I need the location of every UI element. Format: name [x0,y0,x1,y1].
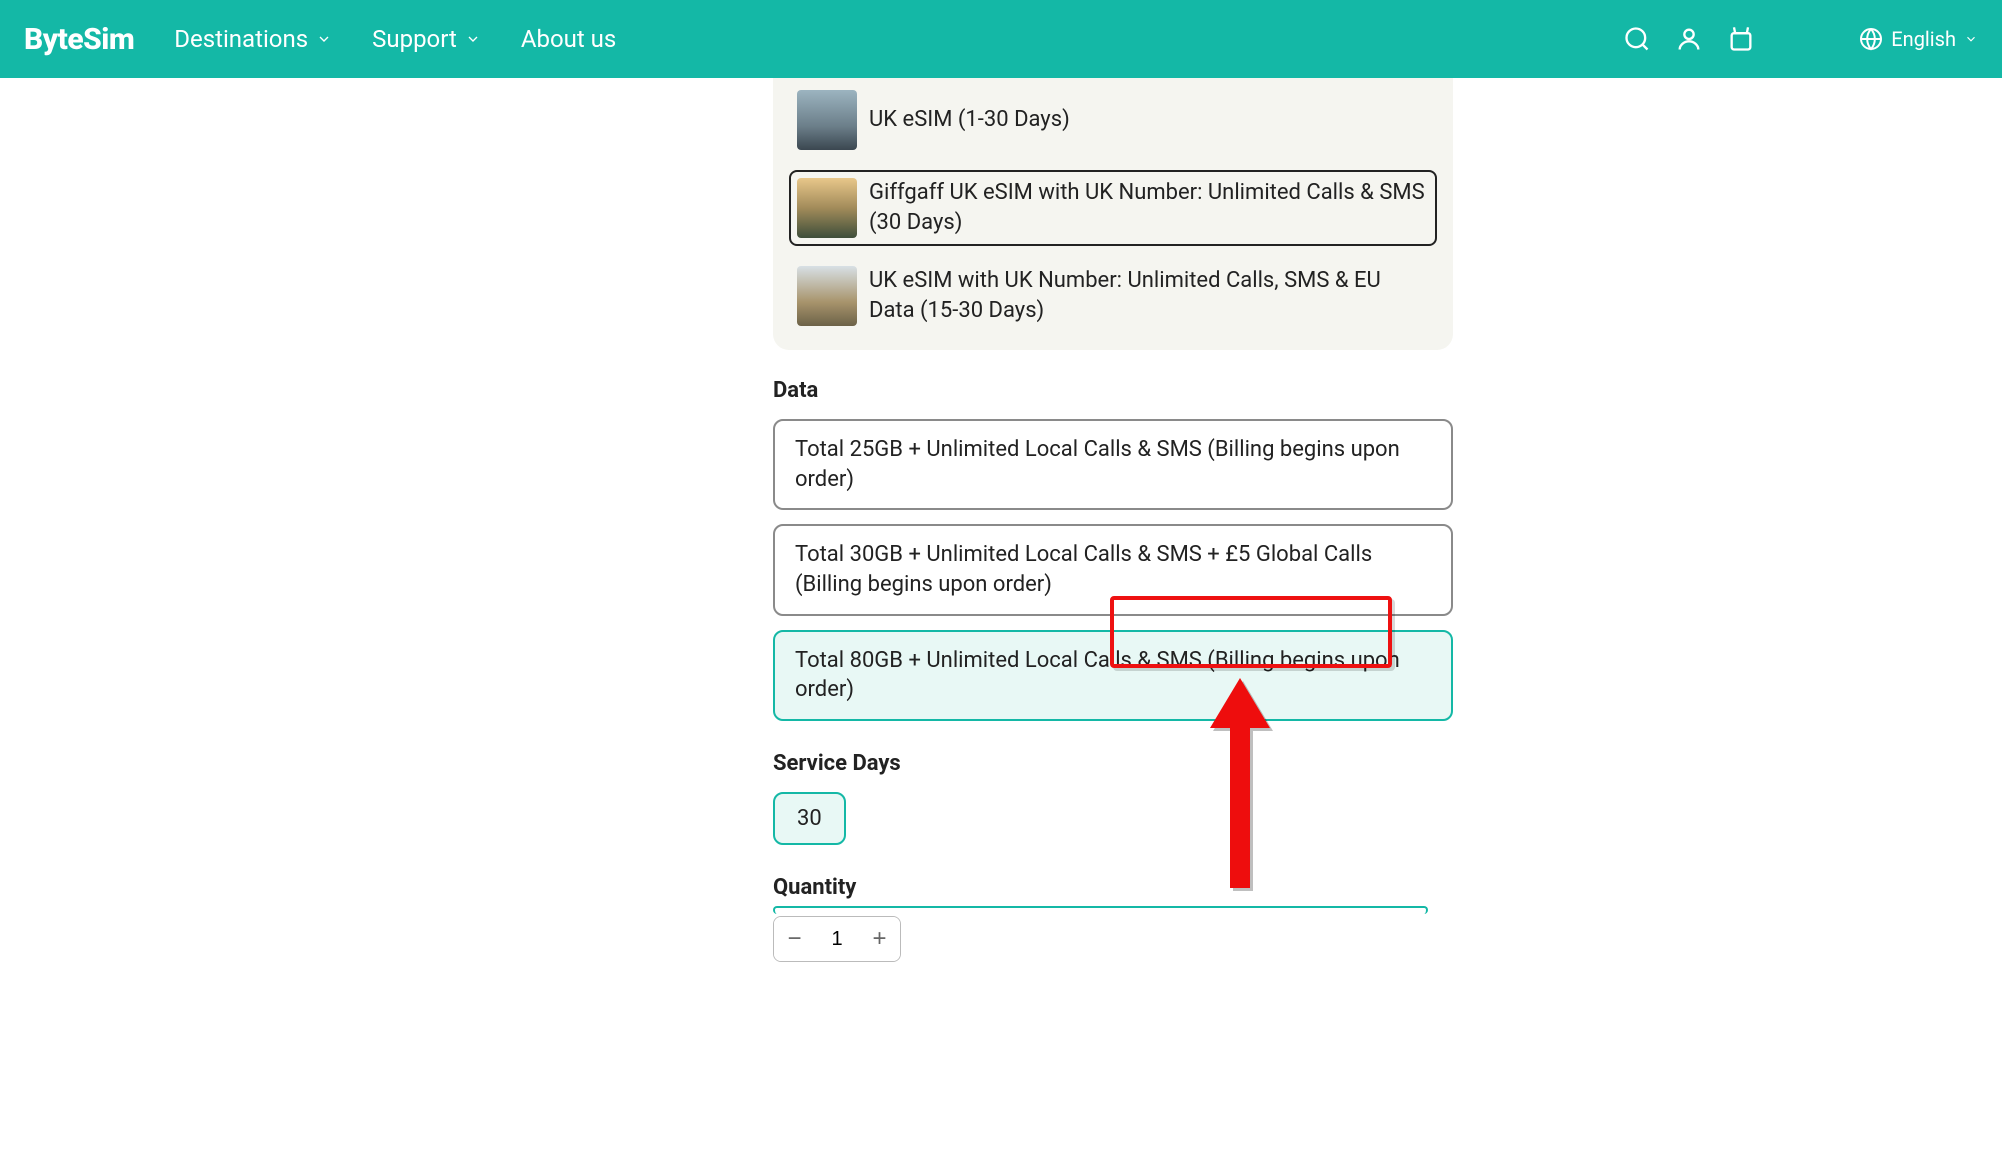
language-selector[interactable]: English [1859,27,1978,51]
nav-destinations-label: Destinations [174,25,308,53]
nav-support[interactable]: Support [372,25,481,53]
service-days-option-30[interactable]: 30 [773,792,846,845]
service-days-value: 30 [797,806,822,831]
quantity-stepper: − + [773,916,901,962]
service-days-title: Service Days [773,751,1453,776]
data-section: Data Total 25GB + Unlimited Local Calls … [773,378,1453,721]
nav-about-label: About us [521,25,616,53]
product-thumb [797,90,857,150]
data-option-label: Total 30GB + Unlimited Local Calls & SMS… [795,542,1372,597]
nav-about[interactable]: About us [521,25,616,53]
product-variant-label: Giffgaff UK eSIM with UK Number: Unlimit… [869,178,1429,237]
quantity-increment[interactable]: + [859,917,900,961]
quantity-title: Quantity [773,875,1453,900]
product-thumb [797,266,857,326]
add-to-cart-button-edge[interactable] [773,906,1428,914]
product-options-column: UK eSIM (1-30 Days) Giffgaff UK eSIM wit… [773,78,1453,1002]
service-days-section: Service Days 30 [773,751,1453,845]
data-section-title: Data [773,378,1453,403]
data-option-30gb[interactable]: Total 30GB + Unlimited Local Calls & SMS… [773,524,1453,615]
header-actions: English [1623,25,1978,53]
main-nav: Destinations Support About us [174,25,616,53]
quantity-section: Quantity − + [773,875,1453,962]
product-variant-label: UK eSIM with UK Number: Unlimited Calls,… [869,266,1429,325]
cart-icon[interactable] [1727,25,1755,53]
data-options: Total 25GB + Unlimited Local Calls & SMS… [773,419,1453,721]
chevron-down-icon [1964,32,1978,46]
language-label: English [1891,27,1956,51]
product-thumb [797,178,857,238]
data-option-80gb[interactable]: Total 80GB + Unlimited Local Calls & SMS… [773,630,1453,721]
account-icon[interactable] [1675,25,1703,53]
data-option-label: Total 80GB + Unlimited Local Calls & SMS… [795,648,1400,703]
chevron-down-icon [465,31,481,47]
product-variant-list: UK eSIM (1-30 Days) Giffgaff UK eSIM wit… [773,78,1453,350]
nav-support-label: Support [372,25,457,53]
chevron-down-icon [316,31,332,47]
product-variant-label: UK eSIM (1-30 Days) [869,105,1070,135]
nav-destinations[interactable]: Destinations [174,25,332,53]
quantity-input[interactable] [815,917,859,961]
product-variant-giffgaff[interactable]: Giffgaff UK eSIM with UK Number: Unlimit… [789,170,1437,246]
data-option-25gb[interactable]: Total 25GB + Unlimited Local Calls & SMS… [773,419,1453,510]
search-icon[interactable] [1623,25,1651,53]
minus-icon: − [787,925,801,952]
product-variant-uk-eu[interactable]: UK eSIM with UK Number: Unlimited Calls,… [789,258,1437,334]
product-variant-uk-esim[interactable]: UK eSIM (1-30 Days) [789,78,1437,158]
quantity-decrement[interactable]: − [774,917,815,961]
brand-logo[interactable]: ByteSim [24,22,134,57]
site-header: ByteSim Destinations Support About us En… [0,0,2002,78]
plus-icon: + [872,925,886,952]
data-option-label: Total 25GB + Unlimited Local Calls & SMS… [795,437,1400,492]
globe-icon [1859,27,1883,51]
